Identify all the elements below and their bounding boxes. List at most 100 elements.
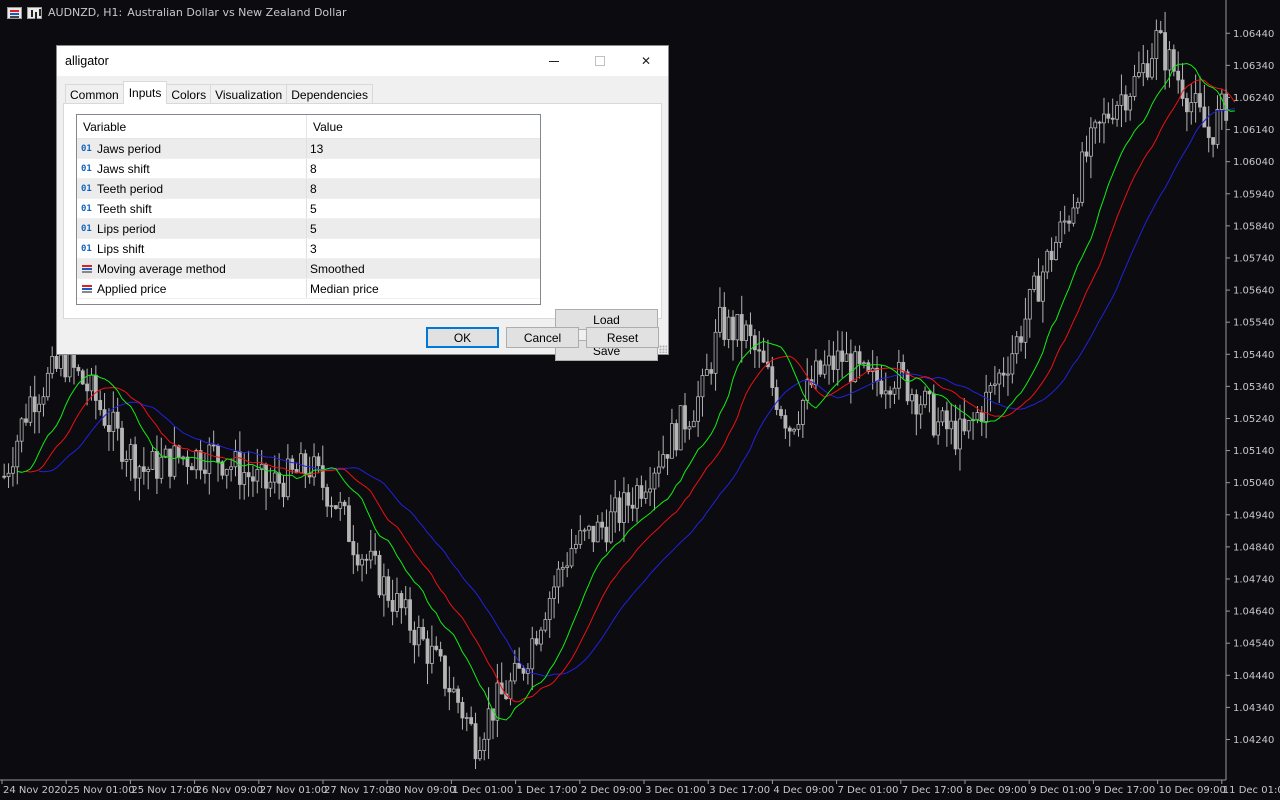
tab-inputs[interactable]: Inputs: [122, 81, 168, 104]
candle-body: [355, 554, 360, 566]
candle: [403, 586, 408, 616]
candle: [992, 366, 997, 395]
table-row[interactable]: 01 Teeth shift 5: [77, 199, 540, 219]
candle-body: [1215, 109, 1220, 145]
price-tick-label: 1.05140: [1233, 446, 1274, 457]
close-button[interactable]: ✕: [623, 46, 669, 76]
indicator-properties-dialog: alligator ✕ Common Inputs Colors Visuali…: [56, 45, 669, 361]
value-cell[interactable]: Smoothed: [307, 259, 540, 278]
candle-body: [683, 405, 687, 430]
time-tick-label: 3 Dec 17:00: [709, 785, 770, 796]
candle: [76, 364, 81, 376]
value-cell[interactable]: 5: [307, 199, 540, 218]
candle-body: [6, 472, 11, 478]
candle-body: [32, 396, 37, 413]
candle-body: [28, 396, 33, 423]
table-row[interactable]: 01 Lips shift 3: [77, 239, 540, 259]
candle-body: [587, 525, 591, 531]
candle-body: [1010, 353, 1015, 375]
price-tick-label: 1.04740: [1233, 574, 1274, 585]
candle: [683, 392, 687, 443]
candle: [1145, 49, 1150, 81]
candle-body: [98, 400, 103, 411]
candle-body: [704, 369, 709, 376]
candle: [429, 625, 434, 674]
tab-colors[interactable]: Colors: [166, 84, 212, 104]
candle: [272, 455, 277, 494]
reset-button[interactable]: Reset: [586, 327, 659, 348]
value-cell[interactable]: 13: [307, 139, 540, 158]
candle: [779, 405, 783, 419]
candle: [936, 407, 941, 445]
candle: [543, 612, 548, 633]
candle: [98, 390, 103, 416]
candle: [80, 368, 85, 386]
candle: [464, 712, 469, 732]
tab-visualization[interactable]: Visualization: [210, 84, 288, 104]
candle: [24, 403, 28, 426]
value-cell[interactable]: 5: [307, 219, 540, 238]
table-row[interactable]: 01 Teeth period 8: [77, 179, 540, 199]
table-row[interactable]: Moving average method Smoothed: [77, 259, 540, 279]
time-tick-label: 24 Nov 2020: [3, 785, 67, 796]
value-cell[interactable]: 8: [307, 179, 540, 198]
candle: [674, 419, 679, 457]
candle: [552, 575, 556, 619]
table-icon[interactable]: [7, 7, 22, 19]
candle: [792, 427, 797, 435]
resize-grip-icon[interactable]: [659, 345, 667, 353]
candle-body: [949, 420, 954, 430]
candle-body: [1185, 98, 1189, 113]
candle-body: [997, 372, 1002, 385]
candle-body: [521, 667, 526, 674]
candles-icon[interactable]: [27, 7, 42, 19]
price-tick-label: 1.05540: [1233, 318, 1274, 329]
value-cell[interactable]: Median price: [307, 279, 540, 298]
candle: [704, 353, 709, 376]
candle: [953, 404, 958, 456]
column-header-value[interactable]: Value: [307, 115, 540, 138]
candle-body: [687, 426, 692, 430]
enum-type-icon: [81, 264, 93, 274]
tab-dependencies[interactable]: Dependencies: [286, 84, 373, 104]
price-tick-label: 1.04440: [1233, 671, 1274, 682]
candle-body: [774, 387, 779, 410]
table-row[interactable]: Applied price Median price: [77, 279, 540, 299]
candle: [966, 419, 971, 439]
candle: [194, 448, 199, 479]
candle: [617, 491, 622, 532]
candle-body: [1136, 72, 1141, 77]
candle-body: [181, 456, 186, 459]
candle: [547, 591, 552, 638]
candle-body: [718, 306, 722, 333]
candle: [578, 515, 583, 549]
candle-body: [45, 372, 50, 398]
table-row[interactable]: 01 Lips period 5: [77, 219, 540, 239]
ok-button[interactable]: OK: [426, 327, 499, 348]
candle: [600, 512, 604, 540]
tab-common[interactable]: Common: [65, 84, 124, 104]
dialog-tabs: Common Inputs Colors Visualization Depen…: [65, 81, 373, 104]
candle-body: [940, 410, 945, 423]
candle: [997, 368, 1002, 403]
candle-body: [1088, 127, 1093, 157]
candle-body: [251, 476, 255, 482]
minimize-button[interactable]: [531, 46, 577, 76]
candle: [831, 341, 836, 383]
column-header-variable[interactable]: Variable: [77, 115, 307, 138]
candle-body: [1062, 220, 1067, 223]
candle-body: [831, 355, 836, 370]
dialog-titlebar[interactable]: alligator ✕: [57, 46, 668, 76]
table-row[interactable]: 01 Jaws period 13: [77, 139, 540, 159]
table-row[interactable]: 01 Jaws shift 8: [77, 159, 540, 179]
candle: [11, 447, 15, 487]
candle: [630, 487, 635, 522]
candle: [1080, 142, 1085, 207]
cancel-button[interactable]: Cancel: [506, 327, 579, 348]
candle-body: [233, 451, 238, 468]
value-cell[interactable]: 3: [307, 239, 540, 258]
candle: [377, 550, 382, 598]
candle-body: [1154, 30, 1159, 60]
value-cell[interactable]: 8: [307, 159, 540, 178]
candle-body: [159, 456, 164, 479]
